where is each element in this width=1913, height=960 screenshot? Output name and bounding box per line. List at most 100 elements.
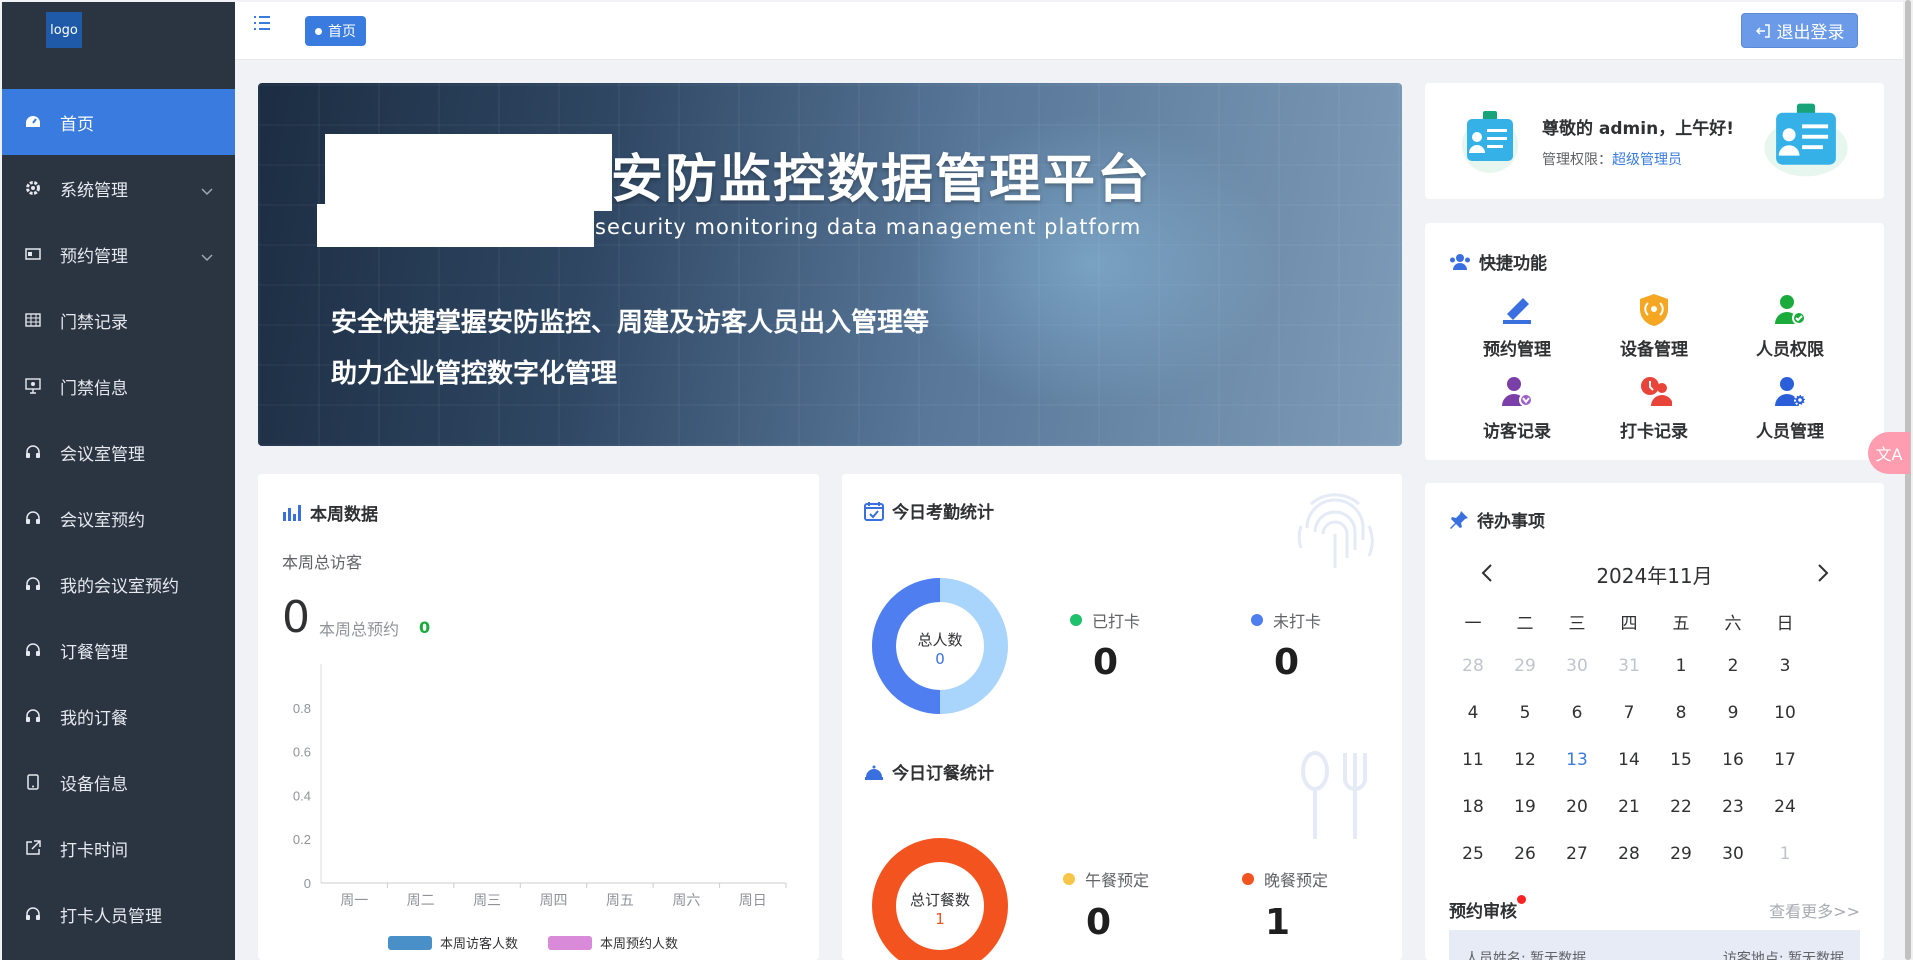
active-dot-icon [315,27,322,35]
calendar-day[interactable]: 15 [1655,750,1707,770]
view-more-link[interactable]: 查看更多>> [1769,898,1860,922]
calendar-day[interactable]: 10 [1759,703,1811,723]
sidebar-item-access-info[interactable]: 门禁信息 [2,353,235,419]
sidebar-item-clockin-time[interactable]: 打卡时间 [2,815,235,881]
calendar-day[interactable]: 18 [1447,797,1499,817]
calendar-day[interactable]: 30 [1551,656,1603,676]
sidebar-item-label: 系统管理 [60,180,128,201]
calendar-day[interactable]: 29 [1499,656,1551,676]
calendar-day[interactable]: 28 [1603,844,1655,864]
sidebar-item-my-meeting-booking[interactable]: 我的会议室预约 [2,551,235,617]
blue-dot-icon [1251,614,1263,626]
calendar-day[interactable]: 1 [1655,656,1707,676]
lunch-value: 0 [1086,902,1112,943]
dinner-value: 1 [1265,902,1291,943]
calendar-day[interactable]: 14 [1603,750,1655,770]
external-link-icon [24,839,42,857]
sidebar-item-meeting-room[interactable]: 会议室管理 [2,419,235,485]
welcome-card: 尊敬的 admin，上午好! 管理权限：超级管理员 [1425,83,1884,199]
sidebar-item-my-meal[interactable]: 我的订餐 [2,683,235,749]
headset-icon [24,707,42,725]
calendar-day[interactable]: 13 [1551,750,1603,770]
weekday-label: 五 [1672,614,1690,634]
sidebar-item-label: 会议室管理 [60,444,145,465]
calendar-day[interactable]: 24 [1759,797,1811,817]
calendar-day[interactable]: 27 [1551,844,1603,864]
sidebar-item-label: 我的会议室预约 [60,576,179,597]
sidebar-item-system[interactable]: 系统管理 [2,155,235,221]
checked-value: 0 [1093,642,1119,683]
checked-label: 已打卡 [1070,608,1140,632]
calendar-day[interactable]: 12 [1499,750,1551,770]
page-scrollbar[interactable] [1903,0,1913,960]
calendar-day[interactable]: 25 [1447,844,1499,864]
quick-visitor-button[interactable]: 访客记录 [1467,374,1567,442]
monitor-icon [24,377,42,395]
unchecked-label: 未打卡 [1251,608,1321,632]
sidebar-item-label: 门禁记录 [60,312,128,333]
calendar-day[interactable]: 1 [1759,844,1811,864]
calendar-day[interactable]: 6 [1551,703,1603,723]
next-month-icon[interactable] [1817,563,1829,587]
sidebar-item-access-records[interactable]: 门禁记录 [2,287,235,353]
logo[interactable]: logo [46,12,82,48]
green-dot-icon [1070,614,1082,626]
sidebar-item-label: 打卡人员管理 [60,906,162,927]
calendar-day[interactable]: 30 [1707,844,1759,864]
quick-user-manage-button[interactable]: 人员管理 [1740,374,1840,442]
breadcrumb-label: 首页 [328,24,356,40]
x-tick-label: 周三 [473,892,501,908]
calendar-day[interactable]: 22 [1655,797,1707,817]
calendar-day[interactable]: 11 [1447,750,1499,770]
quick-device-button[interactable]: 设备管理 [1604,292,1704,360]
y-tick-label: 0.4 [293,788,311,803]
calendar-day[interactable]: 5 [1499,703,1551,723]
calendar-day[interactable]: 3 [1759,656,1811,676]
review-title[interactable]: 预约审核 [1449,895,1526,922]
sidebar-item-home[interactable]: 首页 [2,89,235,155]
attendance-donut-value: 0 [935,650,945,668]
sidebar-item-label: 设备信息 [60,774,128,795]
calendar-month: 2024年11月 [1596,564,1713,588]
sidebar-item-label: 我的订餐 [60,708,128,729]
calendar-day[interactable]: 2 [1707,656,1759,676]
attendance-title: 今日考勤统计 [864,498,994,523]
weekday-label: 四 [1620,614,1638,634]
sidebar-item-appointment[interactable]: 预约管理 [2,221,235,287]
breadcrumb-tab-home[interactable]: 首页 [305,16,366,46]
quick-appointment-button[interactable]: 预约管理 [1467,292,1567,360]
calendar-day[interactable]: 28 [1447,656,1499,676]
calendar-day[interactable]: 7 [1603,703,1655,723]
calendar-day[interactable]: 19 [1499,797,1551,817]
calendar-day[interactable]: 31 [1603,656,1655,676]
sidebar-item-device-info[interactable]: 设备信息 [2,749,235,815]
sidebar-item-meal-manage[interactable]: 订餐管理 [2,617,235,683]
review-row[interactable]: 人员姓名: 暂无数据 访客地点: 暂无数据 [1449,930,1860,960]
logout-button[interactable]: 退出登录 [1741,13,1858,48]
quick-user-permission-button[interactable]: 人员权限 [1740,292,1840,360]
calendar-day[interactable]: 4 [1447,703,1499,723]
week-data-title: 本周数据 [282,500,378,525]
sidebar-item-meeting-booking[interactable]: 会议室预约 [2,485,235,551]
sidebar-item-label: 预约管理 [60,246,128,267]
table-icon [24,311,42,329]
calendar-day[interactable]: 9 [1707,703,1759,723]
calendar-day[interactable]: 16 [1707,750,1759,770]
y-tick-label: 0.6 [293,745,311,760]
menu-toggle-icon[interactable] [253,14,271,36]
quick-clockin-button[interactable]: 打卡记录 [1604,374,1704,442]
id-badge-icon [1764,103,1848,177]
calendar-day[interactable]: 20 [1551,797,1603,817]
sidebar-item-clockin-staff[interactable]: 打卡人员管理 [2,881,235,947]
week-booking-value: 0 [419,618,431,637]
banner-slogan-2: 助力企业管控数字化管理 [331,359,618,389]
calendar-day[interactable]: 21 [1603,797,1655,817]
legend-swatch [388,936,432,950]
calendar-day[interactable]: 29 [1655,844,1707,864]
calendar-day[interactable]: 23 [1707,797,1759,817]
calendar-day[interactable]: 8 [1655,703,1707,723]
calendar-day[interactable]: 26 [1499,844,1551,864]
quick-functions-title: 快捷功能 [1449,249,1547,274]
calendar-day[interactable]: 17 [1759,750,1811,770]
translate-button[interactable]: 文A [1868,432,1910,474]
